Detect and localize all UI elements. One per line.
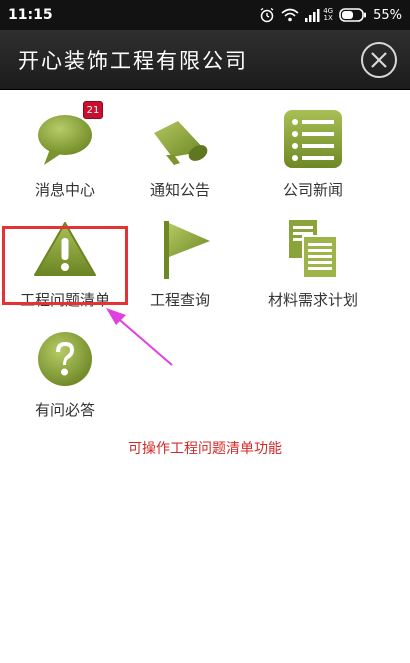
documents-icon bbox=[281, 217, 345, 281]
status-time: 11:15 bbox=[8, 7, 53, 23]
question-icon bbox=[33, 327, 97, 391]
menu-item-label: 通知公告 bbox=[149, 181, 210, 199]
page-title: 开心装饰工程有限公司 bbox=[18, 48, 248, 73]
close-circle-icon bbox=[371, 51, 387, 68]
battery-percent: 55% bbox=[373, 7, 402, 23]
battery-icon bbox=[339, 8, 367, 22]
wifi-icon bbox=[281, 8, 299, 22]
signal-icon bbox=[305, 8, 321, 22]
menu-item-notices[interactable]: 通知公告 bbox=[115, 107, 245, 207]
unread-badge: 21 bbox=[83, 101, 103, 119]
menu-item-news[interactable]: 公司新闻 bbox=[248, 107, 378, 207]
app-header: 开心装饰工程有限公司 bbox=[0, 30, 410, 90]
network-bottom-label: 1X bbox=[323, 14, 333, 22]
news-list-icon bbox=[281, 107, 345, 171]
menu-item-label: 有问必答 bbox=[34, 401, 95, 419]
menu-item-material-plan[interactable]: 材料需求计划 bbox=[248, 217, 378, 317]
megaphone-icon bbox=[148, 107, 212, 171]
flag-icon bbox=[148, 217, 212, 281]
menu-item-messages[interactable]: 21 消息中心 bbox=[0, 101, 130, 207]
close-button[interactable] bbox=[361, 41, 397, 78]
menu-item-label: 工程问题清单 bbox=[19, 291, 110, 309]
network-type: 4G 1X bbox=[323, 8, 333, 22]
menu-item-label: 公司新闻 bbox=[282, 181, 343, 199]
annotation-text: 可操作工程问题清单功能 bbox=[128, 441, 282, 457]
menu-item-project-query[interactable]: 工程查询 bbox=[115, 217, 245, 317]
status-icons: 4G 1X 55% bbox=[259, 7, 402, 23]
warning-icon bbox=[33, 217, 97, 281]
menu-item-label: 材料需求计划 bbox=[267, 291, 358, 309]
alarm-icon bbox=[259, 7, 275, 23]
pointer-arrow-icon bbox=[106, 308, 173, 366]
menu-item-label: 消息中心 bbox=[34, 181, 95, 199]
message-bubble-icon: 21 bbox=[33, 101, 103, 171]
menu-grid: 21 消息中心 通知公告 公司新闻 工程问题清单 工程查询 材料需求计划 有问必… bbox=[0, 91, 410, 663]
status-bar: 11:15 4G 1X 55% bbox=[0, 0, 410, 30]
menu-item-project-issues[interactable]: 工程问题清单 bbox=[0, 217, 130, 317]
